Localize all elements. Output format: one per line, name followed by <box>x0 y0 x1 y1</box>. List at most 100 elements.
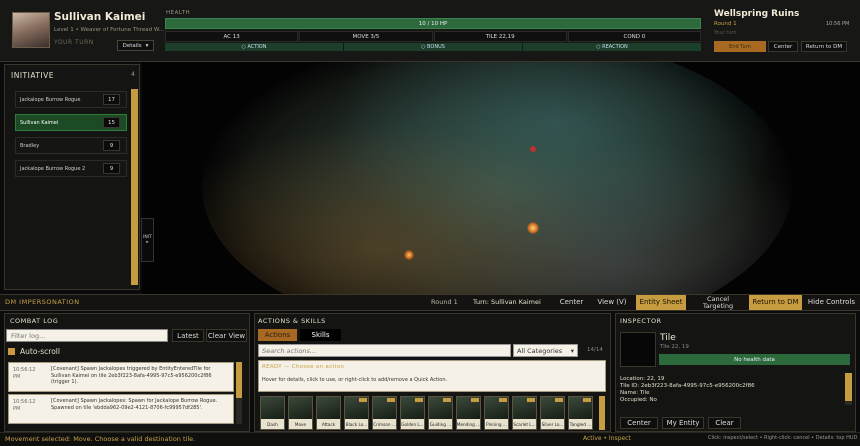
tab-skills[interactable]: Skills <box>300 329 341 341</box>
initiative-entry[interactable]: Jackalope Burrow Rogue 2 9 <box>15 160 127 177</box>
stat-cond: COND 0 <box>567 31 701 42</box>
details-button[interactable]: Details ▾ <box>117 40 154 51</box>
skill-label: Dash <box>261 419 284 429</box>
log-text: [Covenant] Spawn Jackalopes: Spawn for J… <box>51 398 218 411</box>
initiative-entry-name: Jackalope Burrow Rogue 2 <box>20 165 86 172</box>
cancel-targeting-button[interactable]: Cancel Targeting <box>692 295 744 310</box>
initiative-entry-active[interactable]: Sullivan Kaimei 15 <box>15 114 127 131</box>
entity-sheet-button[interactable]: Entity Sheet <box>636 295 686 310</box>
dm-return-button[interactable]: Return to DM <box>749 295 802 310</box>
skill-mending[interactable]: Mending ... <box>456 396 481 430</box>
your-turn-label: Your turn <box>714 30 737 36</box>
enemy-marker[interactable] <box>530 146 536 152</box>
health-label: HEALTH <box>166 10 191 16</box>
log-filter-input[interactable] <box>6 329 168 342</box>
skill-golden[interactable]: Golden L... <box>400 396 425 430</box>
quick-key-badge <box>583 398 591 402</box>
inspector-entity-sub: Tile 22, 19 <box>660 344 689 350</box>
skill-crimson[interactable]: Crimson ... <box>372 396 397 430</box>
inspector-detail-line: Name: Tile <box>620 390 650 396</box>
dm-center-button[interactable]: Center <box>555 295 588 310</box>
skill-black-lotus[interactable]: Black Lo... <box>344 396 369 430</box>
skill-guiding[interactable]: Guiding ... <box>428 396 453 430</box>
inspector-health-bar: No health data <box>659 354 850 365</box>
skill-label: Attack <box>317 419 340 429</box>
initiative-entry-name: Jackalope Burrow Rogue <box>20 96 81 103</box>
stat-tile: TILE 22,19 <box>433 31 567 42</box>
skill-bar: Dash Move Attack Black Lo... Crimson ...… <box>258 396 606 432</box>
skill-silver[interactable]: Silver Lo... <box>540 396 565 430</box>
hide-controls-button[interactable]: Hide Controls <box>805 295 858 310</box>
action-search-input[interactable] <box>258 344 511 357</box>
stat-move: MOVE 3/5 <box>299 31 433 42</box>
skill-dash[interactable]: Dash <box>260 396 285 430</box>
return-to-dm-button[interactable]: Return to DM <box>801 41 847 52</box>
log-scroll-thumb[interactable] <box>236 362 242 398</box>
skill-label: Pinning ... <box>485 419 508 429</box>
view-button[interactable]: View (V) <box>593 295 631 310</box>
initiative-entry-name: Sullivan Kaimei <box>20 119 59 126</box>
torch-light <box>404 250 414 260</box>
combat-log-title: COMBAT LOG <box>10 317 59 325</box>
initiative-panel: INITIATIVE 4 Jackalope Burrow Rogue 17 Su… <box>4 64 140 290</box>
character-portrait[interactable] <box>12 12 50 48</box>
tab-actions[interactable]: Actions <box>258 329 297 341</box>
category-select[interactable]: All Categories ▾ <box>513 344 578 357</box>
skill-label: Tangled ... <box>569 419 592 429</box>
skill-label: Scarlet L... <box>513 419 536 429</box>
dm-round: Round 1 <box>431 298 458 306</box>
skill-tangled[interactable]: Tangled ... <box>568 396 593 430</box>
quick-key-badge <box>443 398 451 402</box>
turn-indicator: YOUR TURN <box>54 39 94 46</box>
skill-scarlet[interactable]: Scarlet L... <box>512 396 537 430</box>
skill-label: Golden L... <box>401 419 424 429</box>
center-button[interactable]: Center <box>768 41 798 52</box>
log-entry: 10:56:12 PM [Covenant] Spawn Jackalopes … <box>8 362 234 392</box>
skill-pinning[interactable]: Pinning ... <box>484 396 509 430</box>
quick-key-badge <box>415 398 423 402</box>
inspector-clear-button[interactable]: Clear <box>708 417 741 429</box>
clock: 10:56 PM <box>826 21 850 27</box>
initiative-scrollbar[interactable] <box>131 89 138 285</box>
quick-key-badge <box>471 398 479 402</box>
initiative-count: 4 <box>131 71 135 78</box>
resource-bonus: ○ BONUS <box>344 43 522 51</box>
skill-label: Guiding ... <box>429 419 452 429</box>
map-terrain[interactable] <box>202 62 792 294</box>
details-label: Details <box>122 42 142 49</box>
skill-move[interactable]: Move <box>288 396 313 430</box>
inspector-center-button[interactable]: Center <box>620 417 658 429</box>
inspector-scroll-thumb[interactable] <box>845 373 852 401</box>
quick-key-badge <box>527 398 535 402</box>
resources-row: ○ ACTION ○ BONUS ○ REACTION <box>165 43 701 51</box>
skill-attack[interactable]: Attack <box>316 396 341 430</box>
initiative-value: 9 <box>103 163 120 174</box>
skill-label: Silver Lo... <box>541 419 564 429</box>
resource-reaction: ○ REACTION <box>523 43 701 51</box>
category-value: All Categories <box>517 346 563 355</box>
clear-view-button[interactable]: Clear View <box>206 329 247 342</box>
log-time: 10:56:12 PM <box>13 399 36 412</box>
stats-row: AC 13 MOVE 3/5 TILE 22,19 COND 0 <box>165 31 701 42</box>
quick-key-badge <box>499 398 507 402</box>
inspector-details: Location: 22, 19 Tile ID: 2eb3f223-8afa-… <box>620 376 840 408</box>
inspector-detail-line: Tile ID: 2eb3f223-8afa-4995-97c5-e956200… <box>620 383 755 389</box>
skill-scrollbar[interactable] <box>599 396 605 430</box>
action-count: 14/14 <box>587 347 603 353</box>
skill-label: Crimson ... <box>373 419 396 429</box>
autoscroll-checkbox[interactable] <box>8 348 15 355</box>
initiative-value: 15 <box>103 117 120 128</box>
battle-map[interactable] <box>142 62 860 294</box>
ready-hint: Hover for details, click to use, or righ… <box>262 377 448 383</box>
end-turn-button[interactable]: End Turn <box>714 41 766 52</box>
character-name: Sullivan Kaimei <box>54 11 146 23</box>
initiative-toggle-tab[interactable]: INIT ▸ <box>141 218 154 262</box>
my-entity-button[interactable]: My Entity <box>662 417 704 429</box>
initiative-entry-name: Bradley <box>20 142 40 149</box>
initiative-entry[interactable]: Bradley 9 <box>15 137 127 154</box>
status-message: Movement selected: Move. Choose a valid … <box>5 435 196 443</box>
initiative-entry[interactable]: Jackalope Burrow Rogue 17 <box>15 91 127 108</box>
latest-button[interactable]: Latest <box>172 329 204 342</box>
character-subtitle: Level 1 • Weaver of Fortune Thread W... <box>54 27 164 33</box>
log-time: 10:56:12 PM <box>13 367 36 380</box>
